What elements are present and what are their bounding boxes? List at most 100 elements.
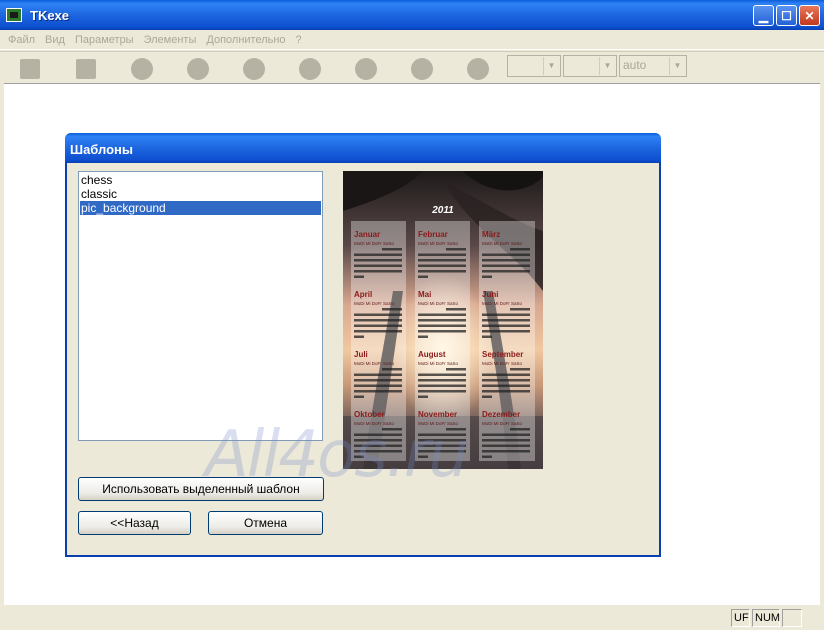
preview-day-row xyxy=(418,455,428,458)
preview-day-row xyxy=(418,439,466,442)
preview-day-row xyxy=(354,455,364,458)
tool-circle-5-icon[interactable] xyxy=(355,58,377,80)
preview-month-label: März xyxy=(482,230,500,239)
calendar-preview-image: 2011 Januar MoDi Mi DoFr SaSo Februar MoDi … xyxy=(343,171,543,469)
preview-day-row xyxy=(482,390,530,393)
preview-day-row xyxy=(354,275,364,278)
preview-day-row xyxy=(354,324,402,327)
preview-day-row xyxy=(482,395,492,398)
title-bar[interactable]: TKexe ▁ ☐ ✕ xyxy=(0,0,824,30)
tool-circle-7-icon[interactable] xyxy=(467,58,489,80)
preview-weekday-header: MoDi Mi DoFr SaSo xyxy=(418,301,459,306)
preview-day-row xyxy=(418,390,466,393)
status-bar: UF NUM xyxy=(0,606,824,630)
preview-day-row xyxy=(418,444,466,447)
close-button[interactable]: ✕ xyxy=(799,5,820,26)
preview-day-row xyxy=(354,379,402,382)
preview-day-row xyxy=(418,313,466,316)
preview-day-row xyxy=(418,319,466,322)
preview-day-row xyxy=(354,444,402,447)
preview-day-row xyxy=(482,384,530,387)
preview-day-row xyxy=(446,428,466,431)
preview-weekday-header: MoDi Mi DoFr SaSo xyxy=(482,421,523,426)
template-list[interactable]: chess classic pic_background xyxy=(78,171,323,441)
preview-day-row xyxy=(382,368,402,371)
preview-day-row xyxy=(418,373,466,376)
preview-day-row xyxy=(354,259,402,262)
preview-weekday-header: MoDi Mi DoFr SaSo xyxy=(418,241,459,246)
preview-month-label: Februar xyxy=(418,230,448,239)
status-empty xyxy=(782,609,802,627)
preview-day-row xyxy=(418,335,428,338)
preview-day-row xyxy=(382,248,402,251)
preview-month-label: November xyxy=(418,410,457,419)
preview-day-row xyxy=(482,253,530,256)
preview-day-row xyxy=(482,319,530,322)
app-icon xyxy=(6,8,22,22)
open-icon[interactable] xyxy=(20,59,40,79)
template-preview: 2011 Januar MoDi Mi DoFr SaSo Februar MoDi … xyxy=(343,171,543,469)
preview-month-label: Oktober xyxy=(354,410,385,419)
minimize-icon: ▁ xyxy=(758,8,769,23)
block-icon[interactable] xyxy=(76,59,96,79)
preview-day-row xyxy=(354,450,402,453)
preview-month-label: Mai xyxy=(418,290,431,299)
preview-day-row xyxy=(482,433,530,436)
menu-additional[interactable]: Дополнительно xyxy=(201,34,290,46)
dialog-title: Шаблоны xyxy=(65,133,661,163)
back-button[interactable]: <<Назад xyxy=(78,511,191,535)
tool-circle-4-icon[interactable] xyxy=(299,58,321,80)
tool-circle-3-icon[interactable] xyxy=(243,58,265,80)
preview-weekday-header: MoDi Mi DoFr SaSo xyxy=(418,361,459,366)
preview-day-row xyxy=(354,390,402,393)
menu-elements[interactable]: Элементы xyxy=(139,34,202,46)
preview-day-row xyxy=(482,444,530,447)
preview-day-row xyxy=(354,433,402,436)
preview-weekday-header: MoDi Mi DoFr SaSo xyxy=(354,361,395,366)
preview-day-row xyxy=(354,319,402,322)
status-num: NUM xyxy=(752,609,780,627)
list-item[interactable]: chess xyxy=(80,173,321,187)
preview-day-row xyxy=(482,450,530,453)
tool-circle-2-icon[interactable] xyxy=(187,58,209,80)
preview-day-row xyxy=(482,264,530,267)
chevron-down-icon: ▼ xyxy=(543,57,559,75)
menu-view[interactable]: Вид xyxy=(40,34,70,46)
tool-circle-1-icon[interactable] xyxy=(131,58,153,80)
preview-day-row xyxy=(482,270,530,273)
preview-month-label: August xyxy=(418,350,446,359)
maximize-button[interactable]: ☐ xyxy=(776,5,797,26)
preview-day-row xyxy=(354,335,364,338)
preview-day-row xyxy=(482,313,530,316)
menu-file[interactable]: Файл xyxy=(3,34,40,46)
resize-grip-icon[interactable] xyxy=(804,609,822,627)
use-template-button[interactable]: Использовать выделенный шаблон xyxy=(78,477,324,501)
preview-day-row xyxy=(418,270,466,273)
preview-weekday-header: MoDi Mi DoFr SaSo xyxy=(482,361,523,366)
preview-month-label: April xyxy=(354,290,372,299)
menu-parameters[interactable]: Параметры xyxy=(70,34,139,46)
chevron-down-icon: ▼ xyxy=(669,57,685,75)
preview-day-row xyxy=(354,270,402,273)
combo-2[interactable]: ▼ xyxy=(563,55,617,77)
combo-3[interactable]: auto ▼ xyxy=(619,55,687,77)
preview-day-row xyxy=(354,264,402,267)
combo-3-value: auto xyxy=(623,58,647,72)
toolbar: ▼ ▼ auto ▼ xyxy=(0,51,824,83)
preview-day-row xyxy=(482,330,530,333)
list-item-selected[interactable]: pic_background xyxy=(80,201,321,215)
combo-1[interactable]: ▼ xyxy=(507,55,561,77)
list-item[interactable]: classic xyxy=(80,187,321,201)
close-icon: ✕ xyxy=(804,8,815,23)
cancel-button[interactable]: Отмена xyxy=(208,511,323,535)
preview-day-row xyxy=(418,433,466,436)
preview-day-row xyxy=(354,439,402,442)
preview-day-row xyxy=(510,428,530,431)
preview-day-row xyxy=(482,324,530,327)
preview-month-label: September xyxy=(482,350,523,359)
tool-circle-6-icon[interactable] xyxy=(411,58,433,80)
minimize-button[interactable]: ▁ xyxy=(753,5,774,26)
preview-day-row xyxy=(418,264,466,267)
menu-help[interactable]: ? xyxy=(291,34,307,46)
preview-day-row xyxy=(418,379,466,382)
